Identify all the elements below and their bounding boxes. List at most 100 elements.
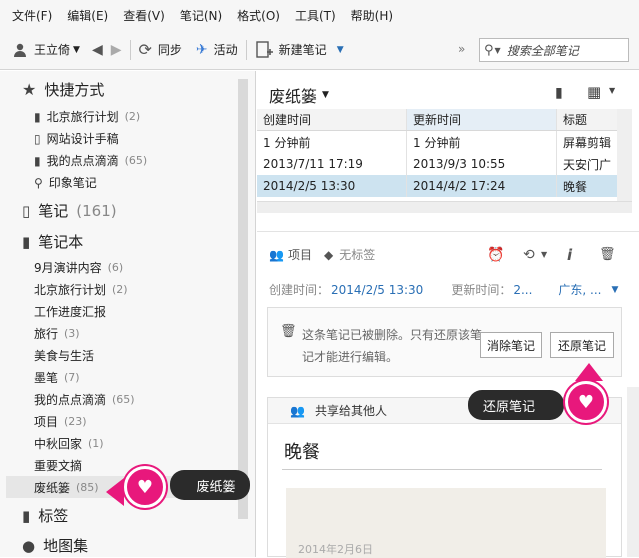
back-arrow-icon[interactable]: ◀: [92, 42, 103, 58]
menu-bar: 文件(F) 编辑(E) 查看(V) 笔记(N) 格式(O) 工具(T) 帮助(H…: [0, 0, 639, 30]
menu-help[interactable]: 帮助(H): [351, 7, 393, 24]
pane-divider[interactable]: [257, 231, 639, 232]
chevron-down-icon: ▼: [494, 45, 501, 55]
notebook-count: (65): [112, 393, 135, 406]
overflow-chevron-icon[interactable]: »: [458, 42, 465, 56]
shortcut-item[interactable]: ▮ 我的点点滴滴 (65): [34, 152, 147, 169]
table-row-selected[interactable]: 2014/2/5 13:30 2014/4/2 17:24 晚餐: [257, 175, 632, 197]
created-value[interactable]: 2014/2/5 13:30: [331, 283, 423, 297]
shortcut-count: (2): [124, 110, 141, 123]
menu-edit[interactable]: 编辑(E): [67, 7, 108, 24]
clear-note-button[interactable]: 消除笔记: [480, 332, 542, 358]
tag-selector[interactable]: 无标签: [339, 246, 375, 263]
notebooks-title: 笔记本: [38, 233, 84, 251]
view-grid-icon[interactable]: ▦: [587, 83, 601, 101]
notebook-item[interactable]: 重要文摘: [34, 457, 82, 474]
forward-arrow-icon[interactable]: ▶: [111, 42, 122, 58]
chevron-down-icon[interactable]: ▼: [337, 45, 344, 55]
notebook-item[interactable]: 旅行 (3): [34, 325, 80, 342]
menu-note[interactable]: 笔记(N): [180, 7, 222, 24]
chevron-down-icon: ▼: [322, 90, 329, 100]
chevron-down-icon[interactable]: ▼: [541, 250, 547, 259]
notebook-item[interactable]: 中秋回家 (1): [34, 435, 104, 452]
table-cell: 屏幕剪辑: [563, 135, 612, 150]
menu-format[interactable]: 格式(O): [237, 7, 280, 24]
shortcut-label: 网站设计手稿: [46, 132, 119, 146]
col-updated[interactable]: 更新时间: [407, 109, 557, 130]
notebook-icon[interactable]: ▮: [555, 85, 563, 101]
notebook-label: 重要文摘: [34, 459, 83, 473]
shortcut-count: (65): [124, 154, 148, 167]
share-icon[interactable]: ⟲: [523, 247, 535, 263]
updated-value[interactable]: 2...: [513, 283, 532, 297]
map-pin-icon: ●: [22, 536, 36, 555]
notebook-item[interactable]: 北京旅行计划 (2): [34, 281, 128, 298]
note-content: 👥 共享给其他人 晚餐 2014年2月6日: [267, 397, 622, 558]
search-box[interactable]: ⚲ ▼ 搜索全部笔记: [479, 38, 629, 62]
notebook-label: 北京旅行计划: [34, 283, 107, 297]
shortcut-item[interactable]: ▮ 北京旅行计划 (2): [34, 108, 140, 125]
chevron-down-icon: ▼: [73, 44, 80, 55]
notes-section[interactable]: ▯ 笔记 (161): [22, 200, 117, 221]
tags-section[interactable]: ▮ 标签: [22, 505, 68, 526]
chevron-down-icon[interactable]: ▼: [609, 86, 615, 95]
table-cell: 天安门广: [563, 157, 612, 172]
col-created[interactable]: 创建时间: [257, 109, 407, 130]
shortcuts-section[interactable]: ★ 快捷方式: [22, 79, 104, 100]
menu-tools[interactable]: 工具(T): [295, 7, 336, 24]
menu-file[interactable]: 文件(F): [12, 7, 52, 24]
note-toolbar: 👥 项目 ◆ 无标签 ⏰ ⟲ ▼ i 🗑: [269, 246, 629, 264]
new-note-icon: [255, 40, 273, 58]
menu-view[interactable]: 查看(V): [123, 7, 165, 24]
restore-note-button[interactable]: 还原笔记: [550, 332, 614, 358]
table-horizontal-scrollbar[interactable]: [257, 201, 632, 213]
new-note-button[interactable]: 新建笔记 ▼: [255, 40, 344, 59]
notebook-item[interactable]: 我的点点滴滴 (65): [34, 391, 135, 408]
user-name: 王立倚: [34, 43, 71, 57]
alarm-icon[interactable]: ⏰: [487, 247, 504, 263]
note-title[interactable]: 晚餐: [284, 438, 320, 464]
notebook-item[interactable]: 工作进度汇报: [34, 303, 106, 320]
table-row[interactable]: 1 分钟前 1 分钟前 屏幕剪辑: [257, 131, 632, 153]
chevron-down-icon[interactable]: ▼: [611, 285, 618, 295]
notebook-item[interactable]: 美食与生活: [34, 347, 94, 364]
tags-title: 标签: [38, 507, 69, 525]
notebook-item[interactable]: 墨笔 (7): [34, 369, 80, 386]
notebook-title-dropdown[interactable]: 废纸篓 ▼: [269, 83, 329, 107]
updated-label: 更新时间：: [451, 283, 512, 297]
shortcut-item[interactable]: ▯ 网站设计手稿: [34, 130, 119, 147]
notebook-item[interactable]: 9月演讲内容 (6): [34, 259, 123, 276]
notebook-count: (3): [64, 327, 80, 340]
notebook-selector[interactable]: 项目: [288, 246, 312, 263]
note-scrollbar[interactable]: [627, 387, 639, 557]
notebooks-section[interactable]: ▮ 笔记本: [22, 231, 83, 252]
notebook-label: 9月演讲内容: [34, 261, 102, 275]
shortcut-label: 北京旅行计划: [46, 110, 119, 124]
notebook-title: 废纸篓: [269, 87, 318, 106]
new-note-label: 新建笔记: [278, 43, 327, 57]
notebook-icon: ▮: [22, 232, 31, 251]
sidebar-scrollbar[interactable]: [238, 79, 248, 519]
table-vertical-scrollbar[interactable]: [617, 109, 632, 201]
trash-icon[interactable]: 🗑: [599, 247, 616, 262]
table-cell: 1 分钟前: [407, 131, 557, 153]
notebook-count: (1): [88, 437, 104, 450]
info-icon[interactable]: i: [567, 246, 572, 264]
atlas-section[interactable]: ● 地图集: [22, 535, 88, 556]
search-input[interactable]: 搜索全部笔记: [507, 42, 579, 59]
trash-callout: 废纸篓: [170, 470, 250, 500]
heart-icon: ♥: [124, 466, 166, 508]
shortcut-item[interactable]: ⚲ 印象笔记: [34, 174, 97, 191]
col-title[interactable]: 标题: [557, 109, 617, 130]
sidebar-item-trash[interactable]: 废纸篓 (85): [34, 479, 99, 496]
sync-button[interactable]: ⟳ 同步: [139, 40, 182, 59]
user-menu[interactable]: 王立倚 ▼: [12, 41, 80, 58]
notebook-item[interactable]: 项目 (23): [34, 413, 87, 430]
table-cell: 2013/7/11 17:19: [257, 153, 407, 175]
activity-button[interactable]: ✈ 活动: [196, 41, 238, 58]
people-icon: 👥: [290, 403, 305, 418]
location-value[interactable]: 广东, ...: [558, 281, 601, 298]
shortcut-label: 我的点点滴滴: [46, 154, 119, 168]
deleted-notice-text: 这条笔记已被删除。只有还原该笔记才能进行编辑。: [302, 328, 483, 364]
table-row[interactable]: 2013/7/11 17:19 2013/9/3 10:55 天安门广: [257, 153, 632, 175]
